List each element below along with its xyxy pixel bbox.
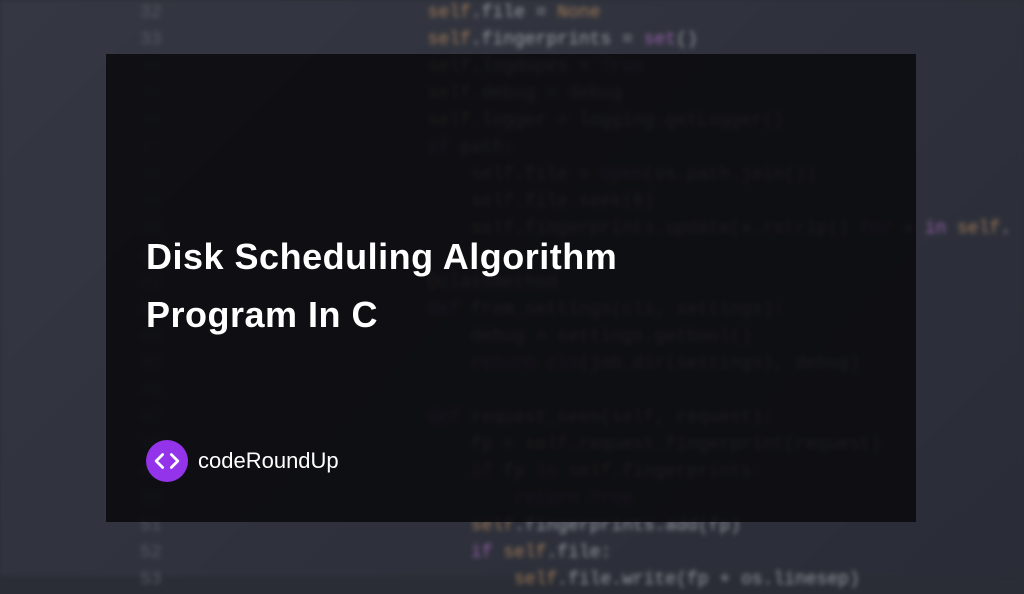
title-line-1: Disk Scheduling Algorithm bbox=[146, 228, 617, 286]
code-content: if self.file: bbox=[212, 540, 612, 567]
main-title: Disk Scheduling Algorithm Program In C bbox=[146, 228, 617, 343]
code-line: 52 if self.file: bbox=[0, 540, 1024, 567]
code-line: 53 self.file.write(fp + os.linesep) bbox=[0, 567, 1024, 594]
code-line: 33 self.fingerprints = set() bbox=[0, 27, 1024, 54]
line-number: 52 bbox=[0, 540, 212, 567]
line-number: 33 bbox=[0, 27, 212, 54]
title-card-overlay: Disk Scheduling Algorithm Program In C c… bbox=[106, 54, 916, 522]
line-number: 32 bbox=[0, 0, 212, 27]
logo-text: codeRoundUp bbox=[198, 448, 339, 474]
code-content: self.file = None bbox=[212, 0, 601, 27]
code-brackets-icon bbox=[146, 440, 188, 482]
code-line: 32 self.file = None bbox=[0, 0, 1024, 27]
line-number: 53 bbox=[0, 567, 212, 594]
title-line-2: Program In C bbox=[146, 286, 617, 344]
code-content: self.fingerprints = set() bbox=[212, 27, 698, 54]
code-content: self.file.write(fp + os.linesep) bbox=[212, 567, 860, 594]
logo-container: codeRoundUp bbox=[146, 440, 339, 482]
